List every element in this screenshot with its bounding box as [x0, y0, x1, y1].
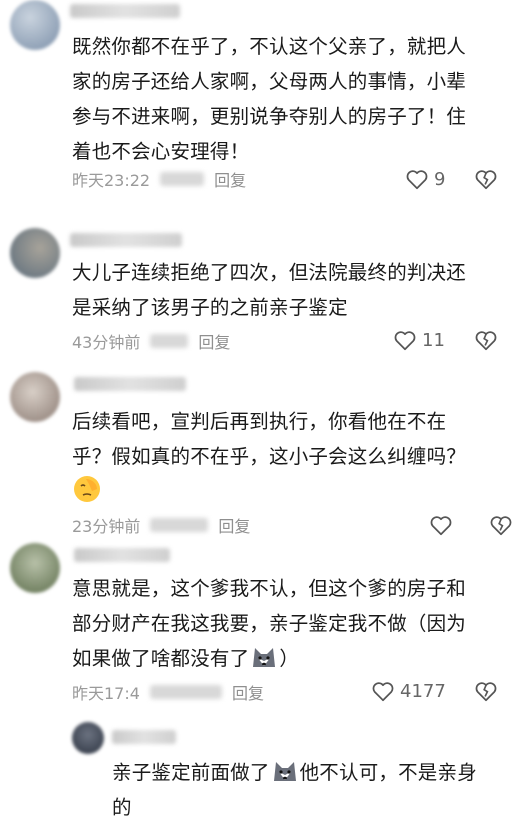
husky-emoji — [273, 762, 296, 781]
broken-heart-icon[interactable] — [473, 166, 499, 192]
comment-meta: 43分钟前 回复 — [72, 329, 230, 353]
comment-text: 亲子鉴定前面做了 他不认可，不是亲身 的 — [112, 761, 477, 819]
comment-meta: 昨天17:4 回复 — [72, 680, 264, 704]
timestamp: 昨天17:4 — [72, 684, 140, 703]
avatar[interactable] — [10, 543, 60, 593]
like-count: 11 — [422, 329, 445, 351]
comment-text: 意思就是，这个爹我不认，但这个爹的房子和 部分财产在我这我要，亲子鉴定我不做（因… — [72, 577, 467, 670]
heart-icon — [372, 682, 394, 702]
reply-button[interactable]: 回复 — [218, 513, 250, 537]
username-blurred[interactable] — [70, 4, 180, 18]
avatar[interactable] — [72, 722, 104, 754]
username-blurred[interactable] — [74, 548, 170, 562]
location-blurred — [150, 334, 189, 348]
comment-text: 既然你都不在乎了，不认这个父亲了，就把人 家的房子还给人家啊，父母两人的事情，小… — [72, 35, 467, 163]
location-blurred — [150, 518, 209, 532]
broken-heart-icon[interactable] — [473, 327, 499, 353]
comment-meta: 23分钟前 回复 — [72, 513, 250, 537]
reply-button[interactable]: 回复 — [198, 329, 230, 353]
like-button[interactable] — [428, 511, 454, 539]
avatar[interactable] — [10, 372, 60, 422]
username-blurred[interactable] — [74, 377, 186, 391]
broken-heart-icon[interactable] — [488, 512, 514, 538]
like-count: 4177 — [400, 680, 446, 702]
facepalm-emoji — [74, 476, 100, 502]
username-blurred[interactable] — [70, 233, 182, 247]
reply-button[interactable]: 回复 — [214, 167, 246, 191]
husky-emoji — [253, 648, 276, 667]
like-count: 9 — [434, 168, 446, 190]
timestamp: 23分钟前 — [72, 517, 141, 536]
like-button[interactable]: 4177 — [370, 677, 446, 705]
avatar[interactable] — [10, 228, 60, 278]
location-blurred — [160, 172, 205, 186]
heart-icon — [394, 331, 416, 351]
like-button[interactable]: 9 — [404, 165, 445, 193]
heart-icon — [430, 516, 452, 536]
username-blurred[interactable] — [112, 730, 176, 744]
comment-text: 后续看吧，宣判后再到执行，你看他在不在 乎？假如真的不在乎，这小子会这么纠缠吗？ — [72, 410, 467, 468]
comment-text: 大儿子连续拒绝了四次，但法院最终的判决还 是采纳了该男子的之前亲子鉴定 — [72, 261, 467, 319]
reply-button[interactable]: 回复 — [232, 680, 264, 704]
broken-heart-icon[interactable] — [473, 678, 499, 704]
location-blurred — [149, 685, 222, 699]
avatar[interactable] — [10, 0, 60, 50]
comment-meta: 昨天23:22 回复 — [72, 167, 246, 191]
heart-icon — [406, 170, 428, 190]
timestamp: 43分钟前 — [72, 333, 141, 352]
timestamp: 昨天23:22 — [72, 171, 151, 190]
like-button[interactable]: 11 — [392, 326, 445, 354]
